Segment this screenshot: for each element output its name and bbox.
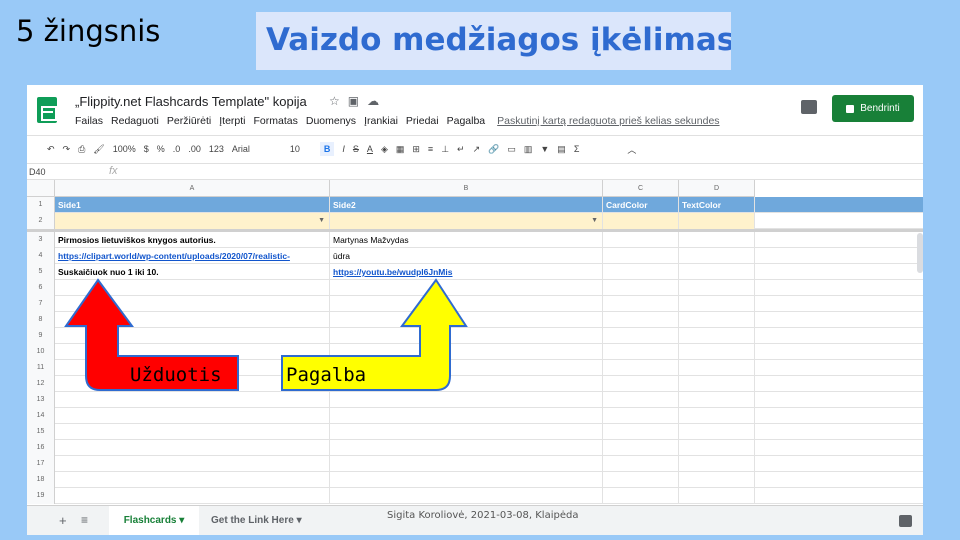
help-arrow-label: Pagalba	[286, 364, 367, 386]
arrows-overlay	[64, 278, 468, 391]
task-arrow-label: Užduotis	[130, 364, 222, 386]
